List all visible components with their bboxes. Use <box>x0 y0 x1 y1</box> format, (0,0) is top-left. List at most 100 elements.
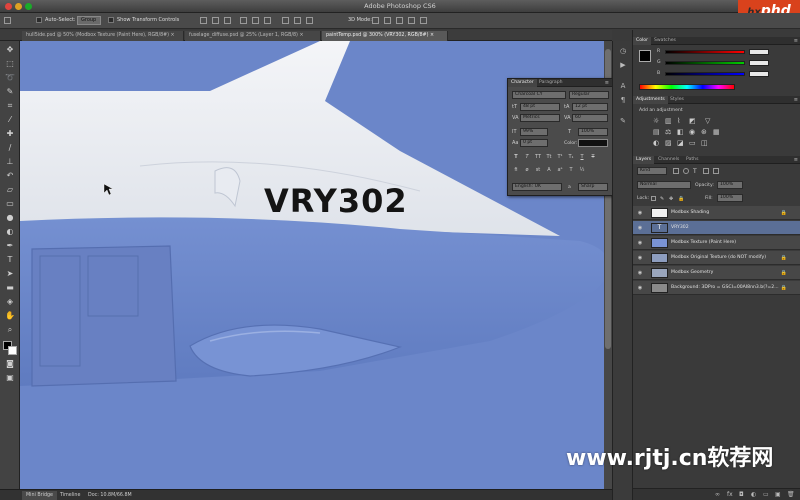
photo-filter-icon[interactable]: ◉ <box>689 128 695 136</box>
levels-icon[interactable]: ▥ <box>665 117 672 125</box>
lock-position-icon[interactable]: ✥ <box>669 196 673 202</box>
canvas-registration-text[interactable]: VRY302 <box>264 182 408 220</box>
align-top-icon[interactable] <box>200 17 207 24</box>
healing-brush-tool-icon[interactable]: ✚ <box>5 129 15 139</box>
underline-icon[interactable]: T <box>578 153 586 161</box>
tab-channels[interactable]: Channels <box>655 156 682 164</box>
red-value[interactable] <box>749 49 769 55</box>
path-select-tool-icon[interactable]: ➤ <box>5 269 15 279</box>
ligatures-icon[interactable]: fi <box>512 166 520 174</box>
doc-tab-painttemp[interactable]: paintTemp.psd @ 300% (VRY302, RGB/8#) × <box>322 31 448 41</box>
layer-row[interactable]: ◉ Modbox Shading 🔒 <box>633 206 800 220</box>
visibility-eye-icon[interactable]: ◉ <box>637 240 643 246</box>
eraser-tool-icon[interactable]: ▱ <box>5 185 15 195</box>
tab-layers[interactable]: Layers <box>633 156 655 164</box>
swash-icon[interactable]: st <box>534 166 542 174</box>
history-brush-tool-icon[interactable]: ↶ <box>5 171 15 181</box>
shape-tool-icon[interactable]: ▬ <box>5 283 15 293</box>
move-tool-preset-icon[interactable] <box>4 17 11 24</box>
selective-color-icon[interactable]: ◫ <box>701 139 708 147</box>
black-white-icon[interactable]: ◧ <box>677 128 684 136</box>
panel-menu-icon[interactable]: ≡ <box>605 80 609 86</box>
doc-tab-fuselage[interactable]: fuselage_diffuse.psd @ 25% (Layer 1, RGB… <box>185 31 321 41</box>
new-group-icon[interactable]: ▭ <box>763 491 769 498</box>
3d-roll-icon[interactable] <box>384 17 391 24</box>
auto-select-dropdown[interactable]: Group <box>77 16 101 25</box>
eyedropper-tool-icon[interactable]: ⁄ <box>5 115 15 125</box>
visibility-eye-icon[interactable]: ◉ <box>637 225 643 231</box>
faux-italic-icon[interactable]: T <box>523 153 531 161</box>
font-size-field[interactable]: 48 pt <box>520 103 560 111</box>
gradient-map-icon[interactable]: ▭ <box>689 139 696 147</box>
character-panel-icon[interactable]: A <box>618 81 628 91</box>
filter-type-icon[interactable]: T <box>693 168 697 175</box>
3d-slide-icon[interactable] <box>408 17 415 24</box>
color-panel-menu-icon[interactable]: ≡ <box>794 38 798 44</box>
layers-menu-icon[interactable]: ≡ <box>794 157 798 163</box>
green-slider[interactable] <box>665 61 745 65</box>
subscript-icon[interactable]: T₁ <box>567 153 575 161</box>
history-panel-icon[interactable]: ◷ <box>618 46 628 56</box>
small-caps-icon[interactable]: Tt <box>545 153 553 161</box>
font-style-select[interactable]: Regular <box>569 91 609 99</box>
quick-select-tool-icon[interactable]: ✎ <box>5 87 15 97</box>
blue-slider[interactable] <box>665 72 745 76</box>
tab-character[interactable]: Character <box>508 79 537 87</box>
distribute-bottom-icon[interactable] <box>306 17 313 24</box>
language-select[interactable]: English: UK <box>512 183 562 191</box>
actions-panel-icon[interactable]: ▶ <box>618 60 628 70</box>
link-layers-icon[interactable]: ∞ <box>715 491 720 498</box>
curves-icon[interactable]: ⌇ <box>677 117 680 125</box>
brush-panel-icon[interactable]: ✎ <box>618 116 628 126</box>
timeline-tab[interactable]: Timeline <box>56 491 84 500</box>
filter-smart-icon[interactable] <box>713 168 719 174</box>
leading-field[interactable]: 12 pt <box>572 103 608 111</box>
blend-mode-select[interactable]: Normal <box>637 181 691 189</box>
distribute-middle-icon[interactable] <box>294 17 301 24</box>
green-value[interactable] <box>749 60 769 66</box>
3d-rotate-icon[interactable] <box>372 17 379 24</box>
exposure-icon[interactable]: ◩ <box>689 117 696 125</box>
old-style-icon[interactable]: ø <box>523 166 531 174</box>
pen-tool-icon[interactable]: ✒ <box>5 241 15 251</box>
color-spectrum-bar[interactable] <box>639 84 735 90</box>
hand-tool-icon[interactable]: ✋ <box>5 311 15 321</box>
vibrance-icon[interactable]: ▽ <box>705 117 710 125</box>
paragraph-panel-icon[interactable]: ¶ <box>618 95 628 105</box>
stylistic-icon[interactable]: A <box>545 166 553 174</box>
move-tool-icon[interactable]: ✥ <box>5 45 15 55</box>
align-hcenter-icon[interactable] <box>252 17 259 24</box>
brightness-contrast-icon[interactable]: ☼ <box>653 117 659 125</box>
visibility-eye-icon[interactable]: ◉ <box>637 270 643 276</box>
3d-scale-icon[interactable] <box>420 17 427 24</box>
color-balance-icon[interactable]: ⚖ <box>665 128 671 136</box>
vertical-scale-field[interactable]: 99% <box>520 128 548 136</box>
align-left-icon[interactable] <box>240 17 247 24</box>
tab-paragraph[interactable]: Paragraph <box>536 79 566 87</box>
superscript-icon[interactable]: T¹ <box>556 153 564 161</box>
add-style-icon[interactable]: fx <box>727 491 733 498</box>
lock-all-icon[interactable]: 🔒 <box>678 196 684 202</box>
type-tool-icon[interactable]: T <box>5 255 15 265</box>
hue-saturation-icon[interactable]: ▤ <box>653 128 660 136</box>
channel-mixer-icon[interactable]: ⊛ <box>701 128 707 136</box>
text-color-swatch[interactable] <box>578 139 608 147</box>
3d-tool-icon[interactable]: ◈ <box>5 297 15 307</box>
add-mask-icon[interactable]: ◘ <box>739 491 744 498</box>
antialias-select[interactable]: Sharp <box>578 183 608 191</box>
ordinals-icon[interactable]: T <box>567 166 575 174</box>
blue-value[interactable] <box>749 71 769 77</box>
baseline-field[interactable]: 0 pt <box>520 139 548 147</box>
layer-row[interactable]: ◉ Modbox Texture (Paint Here) <box>633 236 800 250</box>
visibility-eye-icon[interactable]: ◉ <box>637 285 643 291</box>
all-caps-icon[interactable]: TT <box>534 153 542 161</box>
auto-select-checkbox[interactable] <box>36 17 42 23</box>
tab-color[interactable]: Color <box>633 37 651 45</box>
posterize-icon[interactable]: ▨ <box>665 139 672 147</box>
adjustments-menu-icon[interactable]: ≡ <box>794 97 798 103</box>
doc-tab-hull5ide[interactable]: hull5ide.psd @ 50% (Modbox Texture (Pain… <box>22 31 184 41</box>
lock-pixels-icon[interactable]: ✎ <box>660 196 664 202</box>
kerning-field[interactable]: Metrics <box>520 114 560 122</box>
color-lookup-icon[interactable]: ▦ <box>713 128 720 136</box>
align-vcenter-icon[interactable] <box>212 17 219 24</box>
